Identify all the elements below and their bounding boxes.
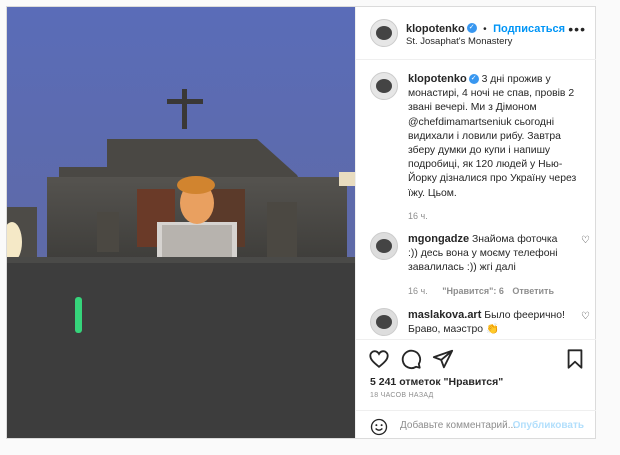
header-separator: •: [483, 24, 487, 35]
likes-count[interactable]: 5 241 отметок "Нравится": [370, 376, 503, 388]
share-icon[interactable]: [432, 348, 454, 370]
photo-scene: [7, 7, 355, 438]
comment-username[interactable]: maslakova.art: [408, 309, 481, 321]
comment-avatar[interactable]: [370, 308, 398, 336]
comment-item: mgongadze Знайома фоточка :)) десь вона …: [370, 232, 590, 298]
caption-username[interactable]: klopotenko: [408, 73, 467, 85]
publish-button[interactable]: Опубликовать: [513, 420, 584, 431]
caption-avatar[interactable]: [370, 72, 398, 100]
caption-text: 3 дні прожив у монастирі, 4 ночі не спав…: [408, 74, 577, 199]
comment-likes[interactable]: "Нравится": 6: [442, 286, 504, 296]
post-side-panel: klopotenko ✓ • Подписаться St. Josaphat's…: [355, 7, 596, 438]
author-username[interactable]: klopotenko: [406, 23, 465, 35]
comment-input[interactable]: Добавьте комментарий...: [400, 420, 516, 431]
comment-item: maslakova.art Было феерично! Браво, маэс…: [370, 308, 590, 337]
instagram-post-card: klopotenko ✓ • Подписаться St. Josaphat's…: [6, 6, 596, 439]
author-avatar[interactable]: [370, 19, 398, 47]
post-location[interactable]: St. Josaphat's Monastery: [406, 36, 512, 47]
post-actions: 5 241 отметок "Нравится" 18 ЧАСОВ НАЗАД …: [356, 339, 596, 450]
comment-like-icon[interactable]: ♡: [581, 234, 590, 248]
add-comment-bar: Добавьте комментарий... Опубликовать: [356, 410, 596, 441]
heart-icon[interactable]: [368, 348, 390, 370]
comments-area[interactable]: klopotenko ✓ 3 дні прожив у монастирі, 4 …: [356, 60, 596, 337]
follow-button[interactable]: Подписаться: [493, 23, 565, 35]
post-photo[interactable]: [7, 7, 355, 438]
verified-badge-icon: ✓: [466, 22, 477, 33]
comment-username[interactable]: mgongadze: [408, 233, 469, 245]
verified-badge-icon: ✓: [468, 74, 479, 85]
emoji-icon[interactable]: [370, 418, 388, 436]
post-header: klopotenko ✓ • Подписаться St. Josaphat's…: [356, 7, 596, 60]
bookmark-icon[interactable]: [564, 348, 586, 370]
posted-time[interactable]: 18 ЧАСОВ НАЗАД: [370, 392, 434, 399]
comment-time[interactable]: 16 ч.: [408, 286, 428, 296]
comment-icon[interactable]: [400, 348, 422, 370]
more-options-icon[interactable]: •••: [568, 21, 586, 37]
caption-time[interactable]: 16 ч.: [408, 209, 590, 223]
post-caption: klopotenko ✓ 3 дні прожив у монастирі, 4 …: [370, 72, 590, 223]
comment-reply-button[interactable]: Ответить: [512, 286, 554, 296]
comment-avatar[interactable]: [370, 232, 398, 260]
comment-like-icon[interactable]: ♡: [581, 310, 590, 324]
